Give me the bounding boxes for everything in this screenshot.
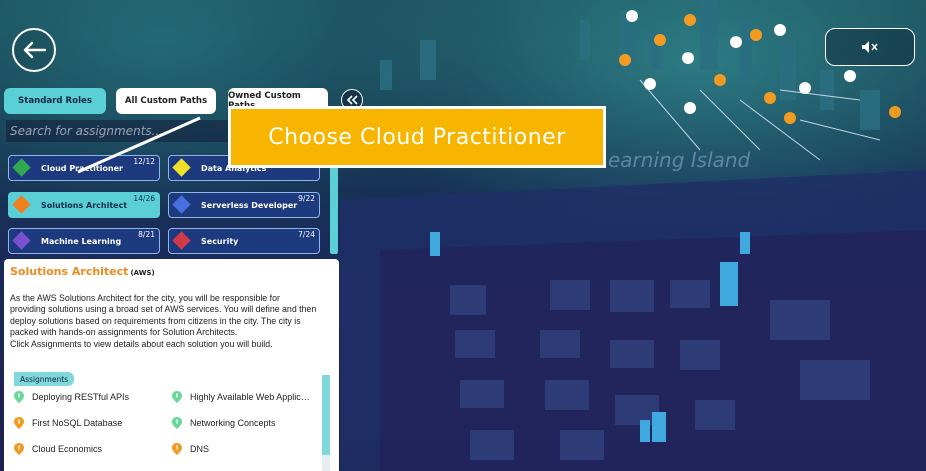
role-title-badge: (AWS) (130, 269, 155, 277)
description-line: deploy solutions based on requirements f… (10, 315, 301, 326)
assignment-label: DNS (190, 444, 210, 454)
island-label: earning Island (608, 148, 751, 172)
tab-standard-roles[interactable]: Standard Roles (4, 88, 106, 114)
assignment-label: Deploying RESTful APIs (32, 392, 130, 402)
map-pin-icon (172, 391, 182, 403)
role-name: Serverless Developer (201, 201, 298, 210)
description-line: providing solutions using a broad set of… (10, 304, 317, 315)
role-name: Cloud Practitioner (41, 164, 123, 173)
callout-text: Choose Cloud Practitioner (268, 124, 566, 150)
solutions-architect-gem-icon (12, 195, 31, 214)
role-title: Solutions Architect (AWS) (10, 265, 155, 278)
map-pin-icon (172, 443, 182, 455)
description-line: Click Assignments to view details about … (10, 338, 273, 349)
role-card-security[interactable]: Security 7/24 (168, 228, 320, 254)
map-pin-icon (14, 391, 24, 403)
assignment-label: Networking Concepts (190, 418, 276, 428)
cloud-practitioner-gem-icon (12, 158, 31, 177)
assignment-label: Cloud Economics (32, 444, 103, 454)
assignment-label: First NoSQL Database (32, 418, 123, 428)
role-progress: 12/12 (133, 157, 155, 166)
map-pin-icon (14, 443, 24, 455)
scrollbar-thumb[interactable] (322, 375, 330, 455)
security-gem-icon (172, 231, 191, 250)
assignments-scrollbar[interactable] (322, 375, 330, 471)
data-analytics-gem-icon (172, 158, 191, 177)
role-name: Solutions Architect (41, 201, 128, 210)
mute-button[interactable] (825, 28, 915, 66)
role-progress: 14/26 (133, 194, 155, 203)
assignments-label: Assignments (14, 372, 75, 386)
assignment-label: Highly Available Web Applic… (190, 392, 310, 402)
tab-all-custom-paths[interactable]: All Custom Paths (116, 88, 216, 114)
description-line: packed with hands-on assignments for Sol… (10, 327, 238, 338)
role-card-solutions-architect[interactable]: Solutions Architect 14/26 (8, 192, 160, 218)
map-pin-icon (14, 417, 24, 429)
assignment-item[interactable]: Networking Concepts (172, 417, 276, 429)
role-progress: 9/22 (298, 194, 315, 203)
role-title-text: Solutions Architect (10, 265, 129, 278)
tutorial-callout: Choose Cloud Practitioner (228, 106, 606, 168)
serverless-developer-gem-icon (172, 195, 191, 214)
assignment-item[interactable]: DNS (172, 443, 209, 455)
double-chevron-left-icon (346, 95, 358, 105)
assignment-item[interactable]: Highly Available Web Applic… (172, 391, 310, 403)
role-description: As the AWS Solutions Architect for the c… (10, 293, 337, 350)
machine-learning-gem-icon (12, 231, 31, 250)
role-info-panel: Solutions Architect (AWS) As the AWS Solu… (4, 259, 339, 471)
role-name: Security (201, 237, 239, 246)
arrow-left-icon (23, 41, 47, 59)
map-pin-icon (172, 417, 182, 429)
role-card-machine-learning[interactable]: Machine Learning 8/21 (8, 228, 160, 254)
speaker-muted-icon (862, 41, 878, 53)
role-name: Machine Learning (41, 237, 122, 246)
role-card-serverless-developer[interactable]: Serverless Developer 9/22 (168, 192, 320, 218)
assignment-item[interactable]: Deploying RESTful APIs (14, 391, 129, 403)
role-progress: 7/24 (298, 230, 315, 239)
back-button[interactable] (12, 28, 56, 72)
assignment-item[interactable]: First NoSQL Database (14, 417, 122, 429)
description-line: As the AWS Solutions Architect for the c… (10, 293, 280, 303)
role-card-cloud-practitioner[interactable]: Cloud Practitioner 12/12 (8, 155, 160, 181)
role-progress: 8/21 (138, 230, 155, 239)
assignment-item[interactable]: Cloud Economics (14, 443, 102, 455)
